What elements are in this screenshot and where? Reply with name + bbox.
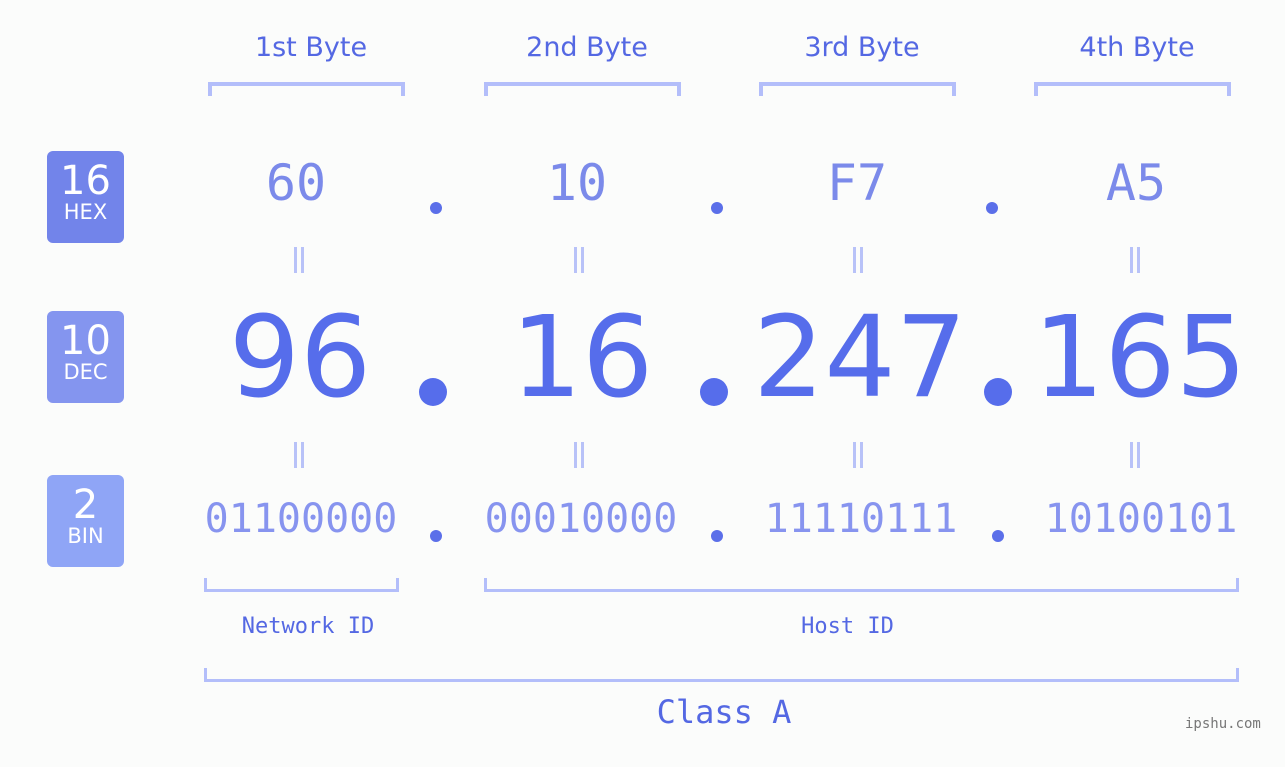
watermark: ipshu.com (1185, 716, 1261, 732)
hex-value-3: F7 (826, 154, 888, 212)
byte-label-4: 4th Byte (1079, 32, 1195, 63)
equals-icon (572, 442, 586, 468)
class-bracket (204, 668, 1239, 682)
bin-value-4: 10100101 (1044, 496, 1238, 542)
hex-value-4: A5 (1105, 154, 1167, 212)
dec-value-1: 96 (228, 293, 372, 423)
bin-separator-dot (430, 530, 442, 542)
byte-bracket-3 (759, 82, 956, 96)
bin-badge: 2 BIN (47, 475, 124, 567)
network-id-bracket (204, 578, 399, 592)
dec-value-4: 165 (1033, 293, 1247, 423)
hex-separator-dot (986, 202, 998, 214)
dec-value-3: 247 (753, 293, 967, 423)
hex-separator-dot (711, 202, 723, 214)
hex-badge-label: HEX (63, 200, 108, 224)
hex-value-2: 10 (546, 154, 608, 212)
equals-icon (572, 247, 586, 273)
byte-label-2: 2nd Byte (526, 32, 648, 63)
bin-value-3: 11110111 (764, 496, 958, 542)
equals-icon (851, 247, 865, 273)
hex-value-1: 60 (265, 154, 327, 212)
network-id-label: Network ID (241, 614, 375, 639)
dec-separator-dot (419, 378, 447, 406)
byte-label-1: 1st Byte (254, 32, 368, 63)
hex-badge-number: 16 (60, 158, 111, 204)
bin-badge-number: 2 (72, 482, 99, 528)
equals-icon (1128, 442, 1142, 468)
host-id-bracket (484, 578, 1239, 592)
dec-separator-dot (984, 378, 1012, 406)
hex-separator-dot (430, 202, 442, 214)
dec-badge-label: DEC (63, 360, 108, 384)
bin-value-1: 01100000 (204, 496, 398, 542)
byte-bracket-1 (208, 82, 405, 96)
equals-icon (851, 442, 865, 468)
bin-value-2: 00010000 (484, 496, 678, 542)
equals-icon (292, 247, 306, 273)
bin-badge-label: BIN (67, 524, 104, 548)
bin-separator-dot (711, 530, 723, 542)
hex-badge: 16 HEX (47, 151, 124, 243)
dec-value-2: 16 (510, 293, 654, 423)
bin-separator-dot (992, 530, 1004, 542)
byte-label-3: 3rd Byte (804, 32, 920, 63)
equals-icon (292, 442, 306, 468)
equals-icon (1128, 247, 1142, 273)
dec-badge: 10 DEC (47, 311, 124, 403)
class-label: Class A (656, 693, 792, 731)
dec-separator-dot (700, 378, 728, 406)
byte-bracket-2 (484, 82, 681, 96)
host-id-label: Host ID (801, 614, 894, 639)
dec-badge-number: 10 (60, 318, 111, 364)
byte-bracket-4 (1034, 82, 1231, 96)
